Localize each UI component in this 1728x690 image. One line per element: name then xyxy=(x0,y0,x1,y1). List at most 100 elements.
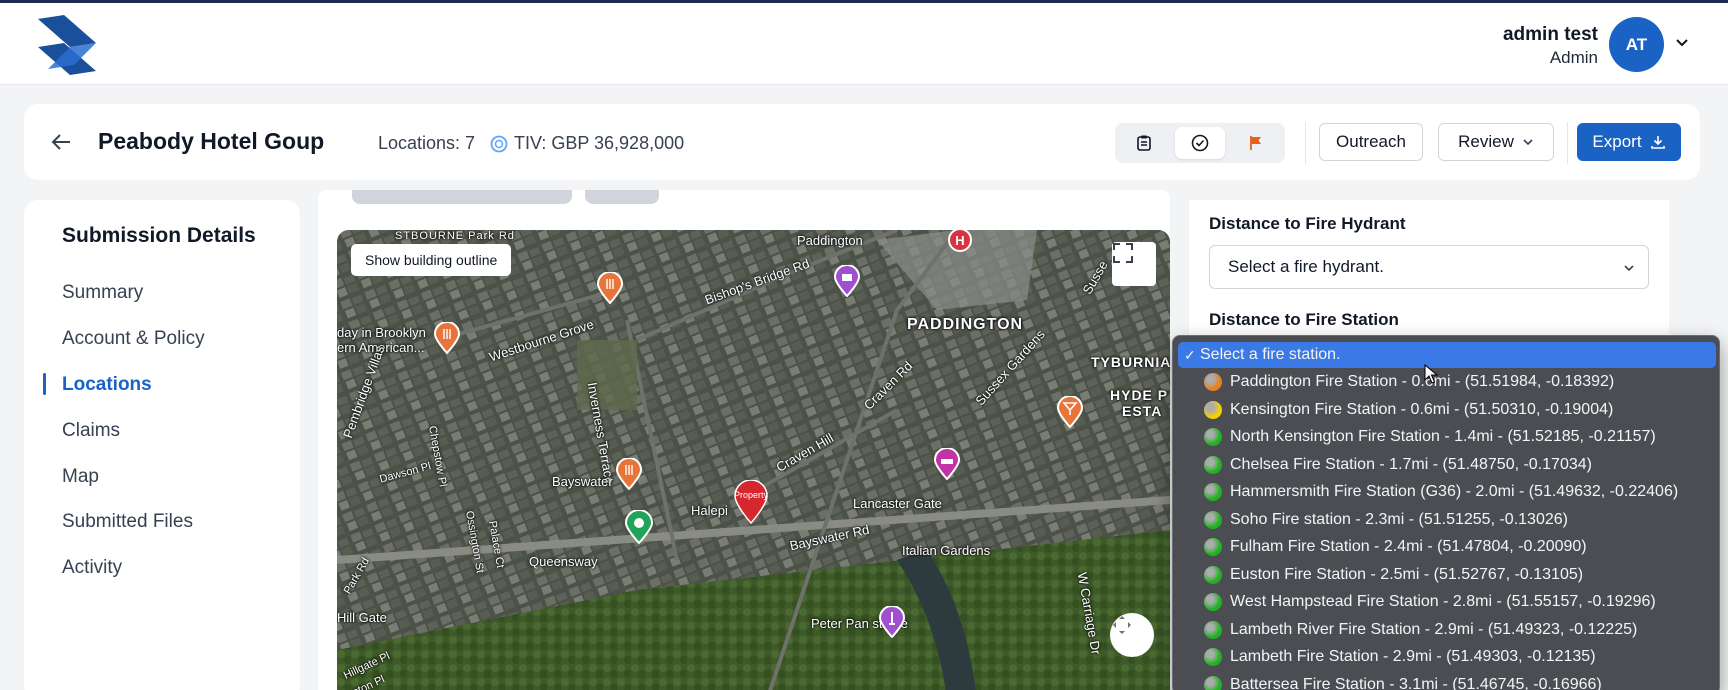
avatar[interactable]: AT xyxy=(1609,17,1664,72)
sidebar-item-summary[interactable]: Summary xyxy=(62,282,143,304)
fire-station-option-label: Fulham Fire Station - 2.4mi - (51.47804,… xyxy=(1230,538,1587,555)
pan-control[interactable] xyxy=(1110,613,1154,657)
view-toggle-group xyxy=(1115,123,1285,163)
landmark-pin-icon[interactable] xyxy=(879,606,905,638)
app-logo[interactable] xyxy=(34,13,100,77)
sidebar-item-map[interactable]: Map xyxy=(62,466,99,488)
fire-station-option-label: Paddington Fire Station - 0.6mi - (51.51… xyxy=(1230,373,1615,390)
fire-station-option-label: West Hampstead Fire Station - 2.8mi - (5… xyxy=(1230,593,1656,610)
sidebar-item-activity[interactable]: Activity xyxy=(62,557,122,579)
green-location-pin-icon[interactable] xyxy=(625,510,653,544)
fire-station-option[interactable]: Paddington Fire Station - 0.6mi - (51.51… xyxy=(1178,369,1716,395)
property-marker-label: Property xyxy=(733,490,768,500)
tiv-value: TIV: GBP 36,928,000 xyxy=(490,133,684,154)
checkmark-icon: ✓ xyxy=(1184,346,1196,363)
locations-count: Locations: 7 xyxy=(378,133,476,153)
svg-text:H: H xyxy=(955,233,964,248)
property-marker[interactable]: Property xyxy=(734,480,768,524)
fire-station-option[interactable]: North Kensington Fire Station - 1.4mi - … xyxy=(1178,424,1716,450)
map-label: TYBURNIA xyxy=(1091,354,1170,370)
fire-station-option[interactable]: Soho Fire station - 2.3mi - (51.51255, -… xyxy=(1178,507,1716,533)
status-dot-icon xyxy=(1204,538,1222,556)
tab-stub xyxy=(352,190,572,204)
map-imagery xyxy=(337,230,1170,690)
user-role: Admin xyxy=(1549,48,1598,67)
move-icon xyxy=(1113,616,1131,634)
fire-station-option[interactable]: Chelsea Fire Station - 1.7mi - (51.48750… xyxy=(1178,452,1716,478)
fire-station-option-label: Lambeth River Fire Station - 2.9mi - (51… xyxy=(1230,620,1638,638)
hospital-pin-icon[interactable]: H xyxy=(947,230,973,258)
fire-station-option[interactable]: Battersea Fire Station - 3.1mi - (51.467… xyxy=(1178,672,1716,690)
fire-station-option-placeholder[interactable]: ✓ Select a fire station. xyxy=(1178,342,1716,368)
restaurant-pin-icon[interactable] xyxy=(616,458,642,490)
map-label: HYDE P xyxy=(1110,387,1169,403)
status-dot-icon xyxy=(1204,620,1222,639)
clipboard-icon xyxy=(1137,135,1151,151)
restaurant-pin-icon[interactable] xyxy=(597,272,623,304)
hotel-pin-icon[interactable] xyxy=(934,448,960,480)
fire-station-option[interactable]: Euston Fire Station - 2.5mi - (51.52767,… xyxy=(1178,562,1716,588)
fire-station-option-label: Hammersmith Fire Station (G36) - 2.0mi -… xyxy=(1230,483,1679,500)
status-dot-icon xyxy=(1204,510,1222,529)
fire-hydrant-select[interactable]: Select a fire hydrant. xyxy=(1209,245,1649,289)
status-dot-icon xyxy=(1204,455,1222,474)
page-title: Peabody Hotel Goup xyxy=(98,128,325,154)
review-button[interactable]: Review xyxy=(1438,123,1554,161)
map-label: Queensway xyxy=(529,554,598,569)
sidebar-item-locations[interactable]: Locations xyxy=(62,374,152,396)
review-button-label: Review xyxy=(1458,132,1514,151)
satellite-map[interactable]: STBOURNE Park Rd Paddington Bishop's Bri… xyxy=(337,230,1170,690)
tiv-label: TIV: GBP 36,928,000 xyxy=(514,133,685,153)
mouse-cursor-icon xyxy=(1424,364,1438,384)
tab-stub xyxy=(585,190,659,204)
status-dot-icon xyxy=(1204,428,1222,446)
chevron-down-icon xyxy=(1624,265,1634,272)
museum-pin-icon[interactable] xyxy=(834,265,860,297)
export-button[interactable]: Export xyxy=(1577,123,1681,161)
tab-flags[interactable] xyxy=(1231,127,1281,159)
back-arrow-icon[interactable] xyxy=(50,131,72,153)
user-info: admin test Admin xyxy=(1503,23,1598,69)
tab-checklist[interactable] xyxy=(1119,127,1169,159)
fire-station-label: Distance to Fire Station xyxy=(1209,310,1399,329)
sidebar-item-claims[interactable]: Claims xyxy=(62,420,120,442)
fire-station-option[interactable]: Fulham Fire Station - 2.4mi - (51.47804,… xyxy=(1178,534,1716,560)
tab-review-status[interactable] xyxy=(1175,127,1225,159)
map-label: Bayswater xyxy=(552,474,613,489)
status-dot-icon xyxy=(1204,593,1222,611)
chevron-down-icon[interactable] xyxy=(1674,35,1690,51)
bar-pin-icon[interactable] xyxy=(1057,396,1083,428)
fire-station-option[interactable]: Hammersmith Fire Station (G36) - 2.0mi -… xyxy=(1178,479,1716,505)
fullscreen-icon xyxy=(1113,243,1133,263)
fire-station-option-label: Select a fire station. xyxy=(1200,346,1341,363)
status-dot-icon xyxy=(1204,400,1222,419)
fullscreen-button[interactable] xyxy=(1112,242,1156,286)
divider xyxy=(1305,122,1306,164)
status-dot-icon xyxy=(1204,373,1222,391)
restaurant-pin-icon[interactable] xyxy=(434,322,460,354)
map-label: STBOURNE Park Rd xyxy=(395,230,515,242)
submission-header: Peabody Hotel Goup Locations: 7 TIV: GBP… xyxy=(24,104,1700,180)
fire-station-option[interactable]: Kensington Fire Station - 0.6mi - (51.50… xyxy=(1178,397,1716,423)
sidebar-item-account-policy[interactable]: Account & Policy xyxy=(62,328,205,350)
outreach-button[interactable]: Outreach xyxy=(1319,123,1423,161)
fire-station-option-label: Kensington Fire Station - 0.6mi - (51.50… xyxy=(1230,400,1614,418)
flag-icon xyxy=(1250,136,1261,150)
fire-station-option[interactable]: West Hampstead Fire Station - 2.8mi - (5… xyxy=(1178,589,1716,615)
map-label: ESTA xyxy=(1122,403,1163,419)
map-label: Hill Gate xyxy=(337,610,387,625)
coin-icon xyxy=(490,135,508,152)
status-dot-icon xyxy=(1204,675,1222,690)
status-dot-icon xyxy=(1204,648,1222,666)
sidebar-item-submitted-files[interactable]: Submitted Files xyxy=(62,511,193,533)
sidebar: Submission Details Summary Account & Pol… xyxy=(24,200,300,690)
property-pin-icon xyxy=(734,480,768,524)
map-label: Paddington xyxy=(797,233,863,248)
status-dot-icon xyxy=(1204,483,1222,501)
chevron-down-icon xyxy=(1523,139,1533,146)
fire-station-option[interactable]: Lambeth Fire Station - 2.9mi - (51.49303… xyxy=(1178,644,1716,670)
show-building-outline-button[interactable]: Show building outline xyxy=(351,244,512,276)
export-button-label: Export xyxy=(1592,132,1642,151)
map-label: PADDINGTON xyxy=(907,316,1024,333)
fire-station-option[interactable]: Lambeth River Fire Station - 2.9mi - (51… xyxy=(1178,617,1716,643)
